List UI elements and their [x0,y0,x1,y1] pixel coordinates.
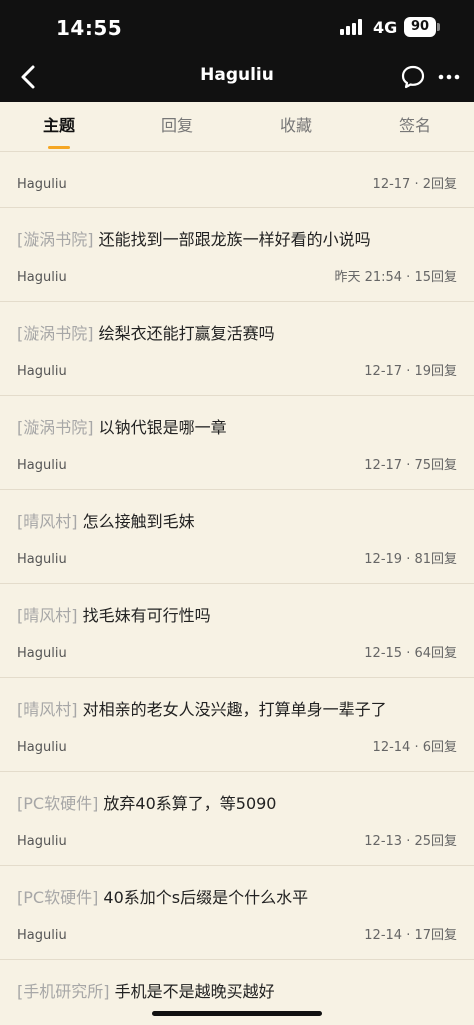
post-title-line: [PC软硬件] 40系加个s后缀是个什么水平 [17,884,308,908]
post-meta: 12-15 · 64回复 [364,646,457,661]
list-item[interactable]: [PC软硬件] 40系加个s后缀是个什么水平 Haguliu 12-14 · 1… [0,866,474,960]
top-bar: 14:55 4G 90 Haguliu [0,0,474,102]
post-list: Haguliu 12-17 · 2回复 [漩涡书院] 还能找到一部跟龙族一样好看… [0,152,474,1025]
list-item[interactable]: Haguliu 12-17 · 2回复 [0,152,474,208]
list-item[interactable]: [晴风村] 对相亲的老女人没兴趣，打算单身一辈子了 Haguliu 12-14 … [0,678,474,772]
forum-tag[interactable]: [漩涡书院] [17,324,94,343]
tab-favorites-label: 收藏 [279,116,312,135]
tab-bar: 主题 回复 收藏 签名 [0,102,474,152]
post-author: Haguliu [17,177,67,192]
network-type: 4G [373,18,398,37]
list-item[interactable]: [PC软硬件] 放弃40系算了，等5090 Haguliu 12-13 · 25… [0,772,474,866]
post-title: 40系加个s后缀是个什么水平 [103,888,309,907]
more-options-icon[interactable] [436,64,462,90]
forum-tag[interactable]: [晴风村] [17,606,78,625]
status-bar: 14:55 4G 90 [0,0,474,52]
home-indicator[interactable] [152,1011,322,1016]
post-author: Haguliu [17,646,67,661]
tab-replies-label: 回复 [160,116,193,135]
post-title: 对相亲的老女人没兴趣，打算单身一辈子了 [82,700,387,719]
post-title-line: [漩涡书院] 还能找到一部跟龙族一样好看的小说吗 [17,226,371,250]
post-title: 手机是不是越晚买越好 [114,982,275,1001]
status-time: 14:55 [56,16,123,40]
post-title: 怎么接触到毛妹 [82,512,195,531]
tab-topics[interactable]: 主题 [0,102,118,152]
chat-bubble-icon[interactable] [400,64,426,90]
post-title-line: [晴风村] 对相亲的老女人没兴趣，打算单身一辈子了 [17,696,387,720]
post-title: 还能找到一部跟龙族一样好看的小说吗 [98,230,371,249]
list-item[interactable]: [漩涡书院] 绘梨衣还能打赢复活赛吗 Haguliu 12-17 · 19回复 [0,302,474,396]
post-meta: 12-14 · 6回复 [372,740,457,755]
post-author: Haguliu [17,740,67,755]
post-meta: 昨天 21:54 · 15回复 [334,270,457,285]
post-title-line: [手机研究所] 手机是不是越晚买越好 [17,978,275,1002]
forum-tag[interactable]: [PC软硬件] [17,888,98,907]
list-item[interactable]: [漩涡书院] 以钠代银是哪一章 Haguliu 12-17 · 75回复 [0,396,474,490]
post-meta: 12-17 · 75回复 [364,458,457,473]
post-meta: 12-17 · 2回复 [372,177,457,192]
post-title-line: [漩涡书院] 绘梨衣还能打赢复活赛吗 [17,320,275,344]
tab-signature-label: 签名 [398,116,431,135]
list-item[interactable]: [晴风村] 怎么接触到毛妹 Haguliu 12-19 · 81回复 [0,490,474,584]
tab-signature[interactable]: 签名 [356,102,474,152]
forum-tag[interactable]: [漩涡书院] [17,418,94,437]
post-title: 以钠代银是哪一章 [98,418,227,437]
post-title-line: [漩涡书院] 以钠代银是哪一章 [17,414,227,438]
post-title-line: [晴风村] 找毛妹有可行性吗 [17,602,211,626]
post-author: Haguliu [17,458,67,473]
post-author: Haguliu [17,270,67,285]
forum-tag[interactable]: [PC软硬件] [17,794,98,813]
list-item[interactable]: [漩涡书院] 还能找到一部跟龙族一样好看的小说吗 Haguliu 昨天 21:5… [0,208,474,302]
post-meta: 12-14 · 17回复 [364,928,457,943]
post-author: Haguliu [17,364,67,379]
active-tab-indicator [48,146,70,149]
forum-tag[interactable]: [晴风村] [17,512,78,531]
tab-favorites[interactable]: 收藏 [237,102,355,152]
forum-tag[interactable]: [漩涡书院] [17,230,94,249]
post-meta: 12-13 · 25回复 [364,834,457,849]
tab-replies[interactable]: 回复 [118,102,236,152]
list-item[interactable]: [晴风村] 找毛妹有可行性吗 Haguliu 12-15 · 64回复 [0,584,474,678]
post-title: 绘梨衣还能打赢复活赛吗 [98,324,275,343]
post-author: Haguliu [17,834,67,849]
post-author: Haguliu [17,552,67,567]
post-meta: 12-19 · 81回复 [364,552,457,567]
battery-cap [437,23,440,31]
tab-topics-label: 主题 [42,116,75,135]
post-title-line: [PC软硬件] 放弃40系算了，等5090 [17,790,277,814]
post-author: Haguliu [17,928,67,943]
post-title: 找毛妹有可行性吗 [82,606,211,625]
battery-icon: 90 [404,17,436,37]
forum-tag[interactable]: [晴风村] [17,700,78,719]
post-meta: 12-17 · 19回复 [364,364,457,379]
post-title: 放弃40系算了，等5090 [103,794,277,813]
post-title-line: [晴风村] 怎么接触到毛妹 [17,508,195,532]
nav-bar: Haguliu [0,52,474,102]
forum-tag[interactable]: [手机研究所] [17,982,110,1001]
signal-icon [340,19,366,35]
